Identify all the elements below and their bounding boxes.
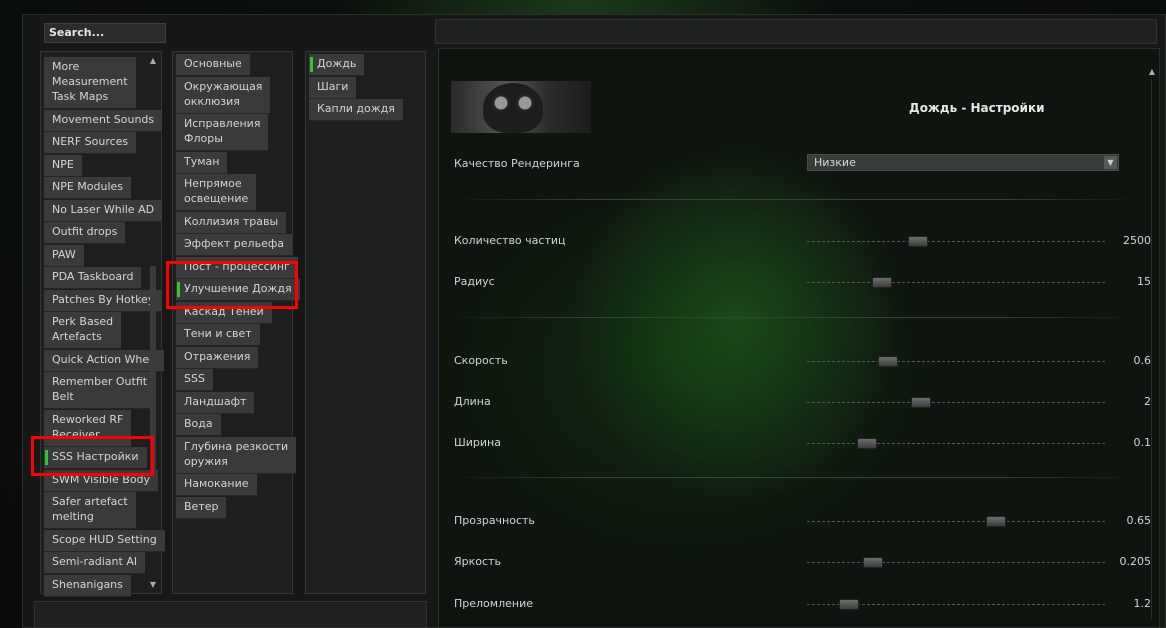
slider-thumb[interactable] <box>857 438 877 449</box>
mod-item[interactable]: Movement Sounds <box>44 109 163 132</box>
mod-item[interactable]: Quick Action Whee <box>44 349 164 372</box>
scroll-up-icon[interactable]: ▲ <box>148 56 158 66</box>
slider-value: 0.205 <box>1119 555 1152 568</box>
mod-item[interactable]: Shenanigans <box>44 574 131 597</box>
settings-scrollbar[interactable]: ▲ <box>1147 67 1157 627</box>
slider-track[interactable] <box>807 443 1107 444</box>
slider-value: 2500 <box>1123 234 1151 247</box>
chevron-down-icon[interactable]: ▼ <box>1104 156 1117 169</box>
slider-label: Количество частиц <box>454 234 566 247</box>
slider-thumb[interactable] <box>908 236 928 247</box>
category-item[interactable]: Окружающая окклюзия <box>176 76 271 114</box>
subcategory-item[interactable]: Капли дождя <box>309 99 403 121</box>
category-item[interactable]: Основные <box>176 54 250 76</box>
slider-thumb[interactable] <box>872 277 892 288</box>
mod-item[interactable]: No Laser While AD <box>44 199 163 222</box>
render-quality-value: Низкие <box>814 156 856 169</box>
slider-value: 1.2 <box>1133 597 1152 610</box>
category-item[interactable]: Отражения <box>176 346 259 369</box>
slider-value: 15 <box>1137 275 1151 288</box>
settings-panel: Дождь - Настройки Качество Рендеринга Ни… <box>438 48 1160 628</box>
slider-track[interactable] <box>807 241 1107 242</box>
mod-item[interactable]: Patches By Hotkey <box>44 289 163 312</box>
render-quality-dropdown[interactable]: Низкие ▼ <box>807 154 1119 171</box>
mod-item[interactable]: Semi-radiant AI <box>44 552 146 574</box>
category-item[interactable]: Ветер <box>176 496 227 519</box>
mod-item[interactable]: Scope HUD Setting <box>44 529 165 552</box>
mod-item[interactable]: Safer artefact melting <box>44 492 136 529</box>
search-input[interactable]: Search... <box>44 23 166 43</box>
subcategory-item[interactable]: Дождь <box>309 54 365 76</box>
slider-label: Длина <box>454 395 491 408</box>
scroll-up-icon[interactable]: ▲ <box>1147 67 1157 77</box>
slider-label: Ширина <box>454 436 501 449</box>
gasmask-icon <box>483 83 543 133</box>
subcategory-item[interactable]: Шаги <box>309 76 357 99</box>
separator <box>451 317 1141 318</box>
scroll-track[interactable] <box>1151 79 1152 619</box>
slider-track[interactable] <box>807 361 1107 362</box>
category-item[interactable]: Глубина резкости оружия <box>176 436 297 474</box>
category-item[interactable]: SSS <box>176 369 213 391</box>
category-item[interactable]: Тени и свет <box>176 324 260 346</box>
settings-title: Дождь - Настройки <box>909 101 1045 115</box>
slider-label: Яркость <box>454 555 501 568</box>
category-item[interactable]: Вода <box>176 414 221 436</box>
category-item[interactable]: Коллизия травы <box>176 211 287 234</box>
slider-thumb[interactable] <box>878 356 898 367</box>
category-item[interactable]: Исправления Флоры <box>176 114 269 151</box>
slider-thumb[interactable] <box>986 516 1006 527</box>
mod-item[interactable]: Remember Outfit Belt <box>44 372 156 409</box>
highlight-box-category <box>166 261 298 309</box>
slider-track[interactable] <box>807 402 1107 403</box>
slider-thumb[interactable] <box>911 397 931 408</box>
separator <box>451 477 1141 478</box>
slider-thumb[interactable] <box>839 599 859 610</box>
slider-track[interactable] <box>807 521 1107 522</box>
category-item[interactable]: Эффект рельефа <box>176 234 292 256</box>
mod-item[interactable]: PDA Taskboard <box>44 267 142 289</box>
separator <box>451 199 1141 200</box>
slider-value: 2 <box>1144 395 1151 408</box>
slider-label: Радиус <box>454 275 495 288</box>
mod-item[interactable]: NPE <box>44 154 82 177</box>
mod-item[interactable]: PAW <box>44 244 84 267</box>
slider-label: Прозрачность <box>454 514 535 527</box>
scroll-down-icon[interactable]: ▼ <box>148 580 158 590</box>
slider-label: Скорость <box>454 354 508 367</box>
mods-list-scrollbar[interactable]: ▲ ▼ <box>148 56 158 590</box>
mod-item[interactable]: Outfit drops <box>44 222 126 244</box>
slider-label: Преломление <box>454 597 533 610</box>
category-item[interactable]: Туман <box>176 151 228 174</box>
render-quality-label: Качество Рендеринга <box>454 157 580 170</box>
slider-track[interactable] <box>807 562 1107 563</box>
bottom-bar <box>34 601 427 628</box>
highlight-box-mod <box>31 436 154 476</box>
mod-item[interactable]: Perk Based Artefacts <box>44 312 122 349</box>
slider-value: 0.65 <box>1126 514 1152 527</box>
mod-item[interactable]: NPE Modules <box>44 177 132 199</box>
banner-image <box>451 81 591 133</box>
category-item[interactable]: Непрямое освещение <box>176 174 257 211</box>
mod-item[interactable]: NERF Sources <box>44 132 137 154</box>
slider-thumb[interactable] <box>863 557 883 568</box>
settings-header-bar <box>435 19 1157 44</box>
slider-track[interactable] <box>807 282 1107 283</box>
mod-item[interactable]: More Measurement Task Maps <box>44 57 136 109</box>
slider-value: 0.1 <box>1133 436 1152 449</box>
category-item[interactable]: Ландшафт <box>176 391 255 414</box>
slider-value: 0.6 <box>1133 354 1152 367</box>
category-item[interactable]: Намокание <box>176 474 257 496</box>
subcategory-list <box>305 51 426 594</box>
